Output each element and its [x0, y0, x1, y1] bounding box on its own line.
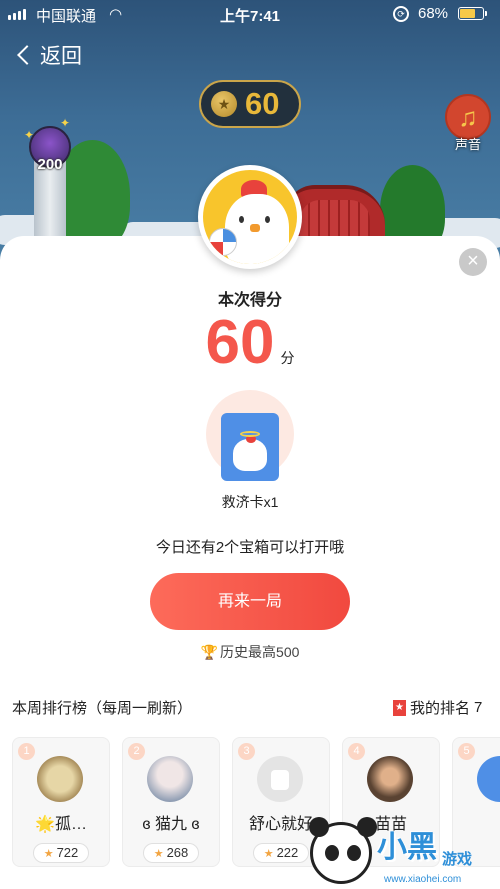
status-bar: 中国联通 ◠ 上午7:41 ⟳ 68% — [0, 0, 500, 28]
battery-icon — [458, 7, 484, 20]
tower-value: 200 — [37, 156, 63, 173]
player-score: ★ 222 — [253, 843, 309, 863]
close-icon: × — [467, 250, 479, 272]
watermark-url: www.xiaohei.com — [384, 874, 462, 885]
back-button[interactable]: 返回 — [14, 40, 82, 70]
rank-number: 4 — [348, 743, 365, 760]
score-value: 60 — [205, 308, 275, 377]
close-button[interactable]: × — [459, 248, 487, 276]
rank-flag-icon: ★ — [393, 699, 406, 716]
chest-notice: 今日还有2个宝箱可以打开哦 — [155, 539, 345, 556]
trophy-icon: 🏆 — [200, 644, 219, 660]
sound-button[interactable]: ♫ 声音 — [443, 94, 493, 154]
leaderboard-card[interactable]: 1 🌟孤… ★ 722 — [12, 737, 110, 867]
star-coin-icon: ★ — [211, 91, 237, 117]
play-again-button[interactable]: 再来一局 — [150, 573, 350, 630]
chevron-left-icon — [17, 45, 37, 65]
sound-label: 声音 — [454, 137, 481, 152]
leaderboard-title: 本周排行榜（每周一刷新） — [12, 700, 193, 717]
watermark-logo: 游戏 — [442, 851, 473, 868]
ball-icon — [209, 228, 237, 256]
leaderboard-list[interactable]: 1 🌟孤… ★ 722 2 ɞ 猫九 ɞ ★ 268 3 舒心就好 ★ 222 4 苗… — [12, 737, 500, 889]
coin-counter: ★ 60 — [199, 80, 301, 128]
player-score: ★ 722 — [33, 843, 89, 863]
rank-number: 2 — [128, 743, 145, 760]
rank-number: 5 — [458, 743, 475, 760]
avatar — [37, 756, 83, 802]
relief-card-icon — [221, 413, 279, 481]
my-rank-value: 7 — [474, 699, 483, 716]
avatar — [257, 756, 303, 802]
player-score: ★ 268 — [143, 843, 199, 863]
back-label: 返回 — [40, 45, 82, 68]
player-name: 🌟孤… — [35, 816, 87, 833]
reward-label: 救济卡x1 — [221, 494, 279, 510]
battery-percent: 68% — [418, 5, 449, 22]
avatar — [147, 756, 193, 802]
watermark-logo: 小黑 — [377, 831, 437, 864]
score-unit: 分 — [280, 350, 295, 366]
avatar — [367, 756, 413, 802]
star-icon: ★ — [153, 848, 164, 860]
best-score: 🏆 历史最高500 — [0, 642, 500, 662]
my-rank-label: 我的排名 — [410, 700, 471, 717]
best-score-text: 历史最高500 — [220, 644, 300, 660]
my-rank[interactable]: ★ 我的排名 7 — [393, 697, 482, 718]
leaderboard-card[interactable]: 2 ɞ 猫九 ɞ ★ 268 — [122, 737, 220, 867]
rank-number: 1 — [18, 743, 35, 760]
star-icon: ★ — [43, 848, 54, 860]
rank-number: 3 — [238, 743, 255, 760]
rotation-lock-icon: ⟳ — [393, 6, 409, 22]
avatar — [203, 170, 297, 264]
score-display: 60 分 — [0, 307, 500, 378]
panda-logo — [309, 817, 377, 884]
star-icon: ★ — [263, 848, 274, 860]
coin-count: 60 — [245, 86, 280, 121]
player-name: ɞ 猫九 ɞ — [142, 816, 200, 833]
avatar — [477, 756, 500, 802]
